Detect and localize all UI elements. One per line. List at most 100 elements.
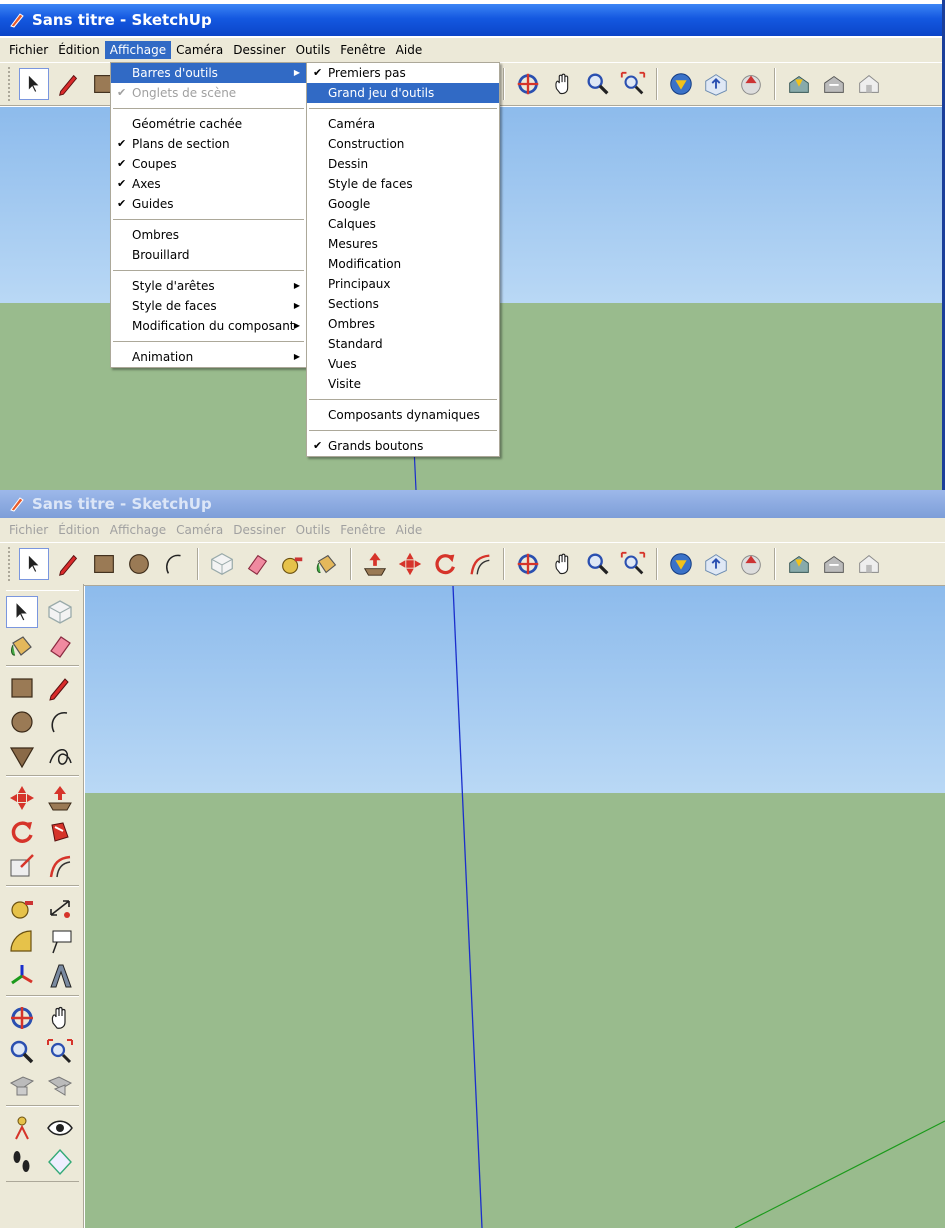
pan-icon[interactable] (548, 68, 578, 100)
circle-icon[interactable] (124, 548, 154, 580)
menu-item[interactable]: Grand jeu d'outils (307, 83, 499, 103)
drawing-viewport[interactable] (85, 586, 945, 1228)
menu-item[interactable]: Principaux (307, 274, 499, 294)
paint-bucket-icon[interactable] (312, 548, 342, 580)
menu-item[interactable]: Vues (307, 354, 499, 374)
share-model-icon[interactable] (701, 548, 731, 580)
zoom-icon[interactable] (583, 548, 613, 580)
menu-item[interactable]: Construction (307, 134, 499, 154)
move-icon[interactable] (395, 548, 425, 580)
rotate-icon[interactable] (6, 816, 38, 848)
menu-item[interactable]: Style de faces (307, 174, 499, 194)
polygon-icon[interactable] (6, 740, 38, 772)
place-model-icon[interactable] (819, 68, 849, 100)
pencil-icon[interactable] (54, 548, 84, 580)
get-models-3d-icon[interactable] (784, 68, 814, 100)
menu-item[interactable]: Géométrie cachée (111, 114, 306, 134)
menu-item[interactable]: Style de faces ▶ (111, 296, 306, 316)
menu-aide[interactable]: Aide (391, 521, 428, 539)
get-models-3d-icon[interactable] (784, 548, 814, 580)
place-model-icon[interactable] (819, 548, 849, 580)
menu-fichier[interactable]: Fichier (4, 521, 53, 539)
menu-dessiner[interactable]: Dessiner (228, 41, 290, 59)
menu-edition[interactable]: Édition (53, 521, 105, 539)
menu-camera[interactable]: Caméra (171, 521, 228, 539)
menu-item[interactable]: Barres d'outils ▶ (111, 63, 306, 83)
zoom-extents-icon[interactable] (44, 1036, 76, 1068)
eraser-icon[interactable] (44, 630, 76, 662)
freehand-icon[interactable] (44, 740, 76, 772)
axes-icon[interactable] (6, 960, 38, 992)
pan-icon[interactable] (548, 548, 578, 580)
3d-text-icon[interactable] (44, 960, 76, 992)
protractor-icon[interactable] (6, 926, 38, 958)
get-models-icon[interactable] (666, 68, 696, 100)
menu-item[interactable]: Modification du composant ▶ (111, 316, 306, 336)
menu-item[interactable]: Google (307, 194, 499, 214)
scale-icon[interactable] (6, 850, 38, 882)
menu-item[interactable]: Modification (307, 254, 499, 274)
menu-affichage[interactable]: Affichage (105, 521, 171, 539)
menu-outils[interactable]: Outils (291, 41, 336, 59)
follow-me-icon[interactable] (44, 816, 76, 848)
menu-fichier[interactable]: Fichier (4, 41, 53, 59)
tape-measure-icon[interactable] (277, 548, 307, 580)
orbit-icon[interactable] (6, 1002, 38, 1034)
push-pull-icon[interactable] (360, 548, 390, 580)
menu-item[interactable]: Ombres (111, 225, 306, 245)
menu-item[interactable]: Style d'arêtes ▶ (111, 276, 306, 296)
pencil-icon[interactable] (44, 672, 76, 704)
select-icon[interactable] (19, 548, 49, 580)
dimension-icon[interactable] (44, 892, 76, 924)
eraser-icon[interactable] (242, 548, 272, 580)
menu-item[interactable]: Sections (307, 294, 499, 314)
zoom-extents-icon[interactable] (618, 68, 648, 100)
pencil-icon[interactable] (54, 68, 84, 100)
arc-icon[interactable] (159, 548, 189, 580)
look-around-icon[interactable] (44, 1112, 76, 1144)
next-view-icon[interactable] (44, 1070, 76, 1102)
menu-item[interactable]: Brouillard (111, 245, 306, 265)
make-component-icon[interactable] (44, 596, 76, 628)
toolbar-grip[interactable] (8, 547, 12, 581)
share-component-icon[interactable] (736, 548, 766, 580)
get-models-icon[interactable] (666, 548, 696, 580)
menu-item[interactable]: Standard (307, 334, 499, 354)
share-model-icon[interactable] (701, 68, 731, 100)
move-icon[interactable] (6, 782, 38, 814)
previous-view-icon[interactable] (6, 1070, 38, 1102)
menu-aide[interactable]: Aide (391, 41, 428, 59)
pan-icon[interactable] (44, 1002, 76, 1034)
text-icon[interactable] (44, 926, 76, 958)
menu-item[interactable]: ✔ Premiers pas (307, 63, 499, 83)
menu-edition[interactable]: Édition (53, 41, 105, 59)
menu-fenetre[interactable]: Fenêtre (335, 41, 390, 59)
menu-camera[interactable]: Caméra (171, 41, 228, 59)
offset-icon[interactable] (465, 548, 495, 580)
arc-icon[interactable] (44, 706, 76, 738)
position-camera-icon[interactable] (6, 1112, 38, 1144)
toolbar-grip[interactable] (8, 67, 12, 101)
select-icon[interactable] (19, 68, 49, 100)
menu-fenetre[interactable]: Fenêtre (335, 521, 390, 539)
select-icon[interactable] (6, 596, 38, 628)
menu-item[interactable]: ✔ Onglets de scène (111, 83, 306, 103)
zoom-extents-icon[interactable] (618, 548, 648, 580)
menu-item[interactable]: Visite (307, 374, 499, 394)
offset-icon[interactable] (44, 850, 76, 882)
orbit-icon[interactable] (513, 68, 543, 100)
section-plane-icon[interactable] (44, 1146, 76, 1178)
menu-item[interactable]: ✔ Coupes (111, 154, 306, 174)
walk-icon[interactable] (6, 1146, 38, 1178)
menu-dessiner[interactable]: Dessiner (228, 521, 290, 539)
title-bar-inactive[interactable]: Sans titre - SketchUp (0, 490, 945, 518)
menu-item[interactable]: Ombres (307, 314, 499, 334)
tape-measure-icon[interactable] (6, 892, 38, 924)
push-pull-icon[interactable] (44, 782, 76, 814)
menu-item[interactable]: Calques (307, 214, 499, 234)
photo-textures-icon[interactable] (854, 68, 884, 100)
menu-item[interactable]: Animation ▶ (111, 347, 306, 367)
menu-item[interactable]: Dessin (307, 154, 499, 174)
menu-item[interactable]: ✔ Guides (111, 194, 306, 214)
menu-item[interactable]: Caméra (307, 114, 499, 134)
